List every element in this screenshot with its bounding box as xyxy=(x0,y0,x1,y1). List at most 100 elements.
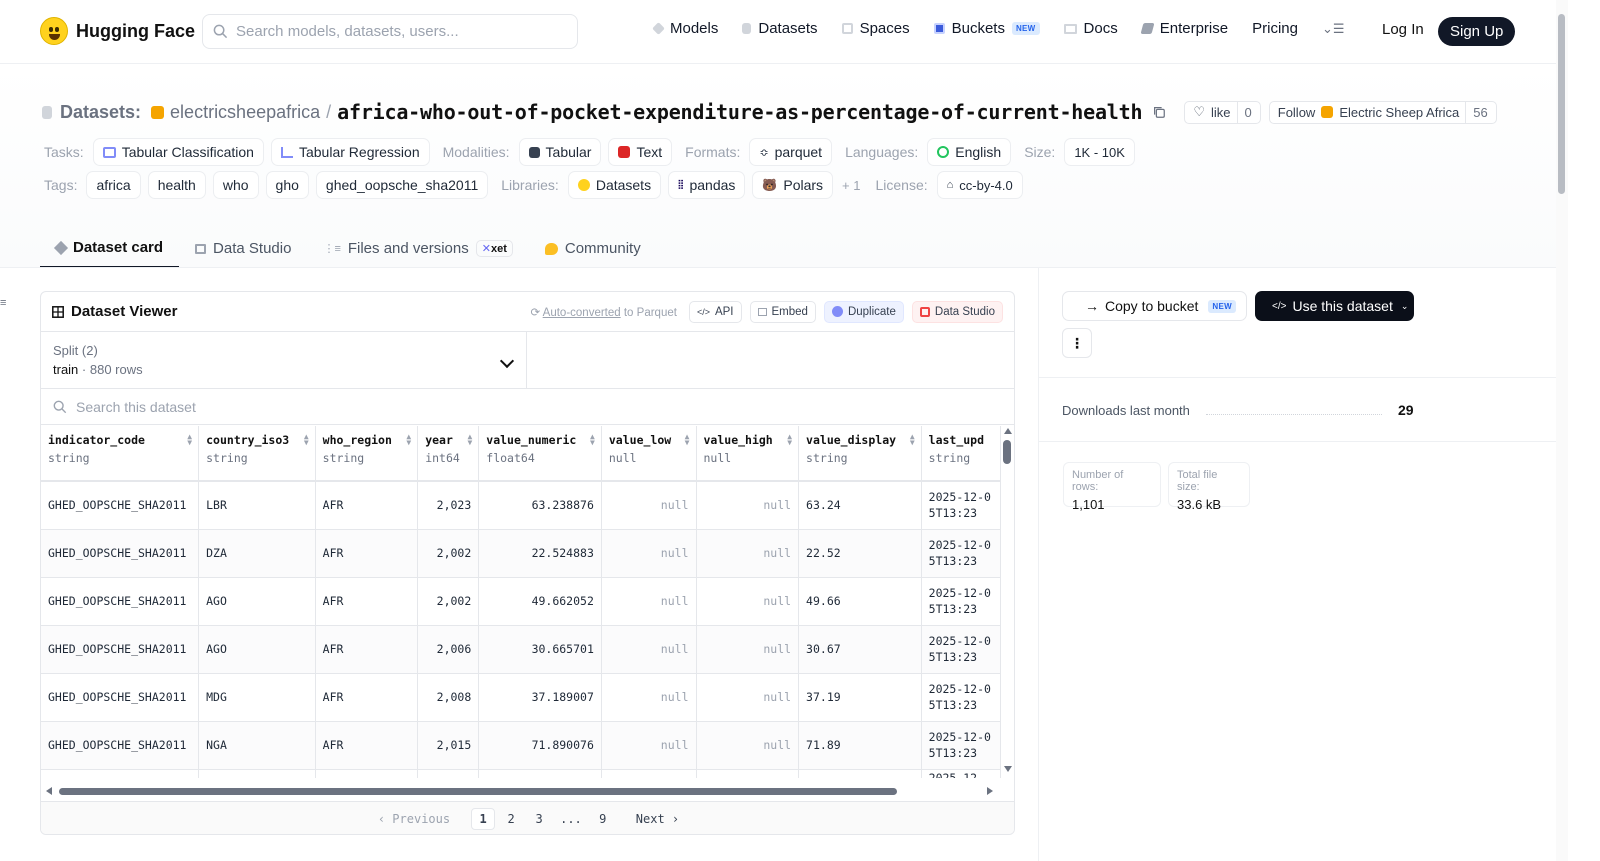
use-this-dataset-button[interactable]: </> Use this dataset ⌄ xyxy=(1255,291,1414,321)
table-row[interactable]: GHED_OOPSCHE_SHA2011 MDG AFR 2,008 37.189007… xyxy=(41,673,1001,722)
table-cell[interactable]: GHED_OOPSCHE_SHA2011 xyxy=(41,625,200,674)
table-cell[interactable]: 22.52 xyxy=(798,529,922,578)
scroll-right-icon[interactable] xyxy=(987,787,993,795)
sort-icon[interactable]: ▲ ▼ xyxy=(467,433,472,447)
library-tag[interactable]: 🐻 Polars xyxy=(752,171,834,199)
column-header[interactable]: indicator_code string ▲ ▼ xyxy=(41,426,200,482)
table-cell[interactable] xyxy=(798,769,922,778)
table-cell[interactable]: 71.89 xyxy=(798,721,922,770)
scroll-down-icon[interactable] xyxy=(1004,766,1012,772)
tab-dataset-card[interactable]: Dataset card xyxy=(40,229,180,268)
table-cell[interactable]: GHED_OOPSCHE_SHA2011 xyxy=(41,673,200,722)
data-studio-button[interactable]: Data Studio xyxy=(911,300,1003,323)
sidebar-toggle-icon[interactable]: ≡ xyxy=(0,297,9,309)
page-scrollbar[interactable] xyxy=(1556,0,1568,861)
table-cell[interactable]: 71.890076 xyxy=(478,721,602,770)
global-search[interactable] xyxy=(202,14,578,49)
nav-more-menu[interactable]: ⌄☰ xyxy=(1322,21,1345,37)
table-cell[interactable]: DZA xyxy=(198,529,316,578)
table-cell[interactable]: 22.524883 xyxy=(478,529,602,578)
page-scroll-thumb[interactable] xyxy=(1558,14,1565,194)
table-cell[interactable] xyxy=(198,769,316,778)
nav-docs[interactable]: Docs xyxy=(1063,20,1118,37)
table-cell[interactable]: 2025-12-05T13:23 xyxy=(921,721,1001,770)
column-header[interactable]: who_region string ▲ ▼ xyxy=(315,426,419,482)
table-cell[interactable]: null xyxy=(601,481,697,530)
table-cell[interactable]: null xyxy=(696,481,800,530)
modality-tag[interactable]: Text xyxy=(608,138,673,166)
table-cell[interactable]: GHED_OOPSCHE_SHA2011 xyxy=(41,481,200,530)
tab-community[interactable]: Community xyxy=(529,229,657,268)
table-cell[interactable]: null xyxy=(696,721,800,770)
column-header[interactable]: value_low null ▲ ▼ xyxy=(601,426,697,482)
table-row[interactable]: GHED_OOPSCHE_SHA2011 DZA AFR 2,002 22.524883… xyxy=(41,529,1001,578)
duplicate-button[interactable]: Duplicate xyxy=(823,300,904,323)
page-button[interactable]: 1 xyxy=(471,808,496,830)
library-tag[interactable]: ⦙⦙ pandas xyxy=(668,171,746,199)
table-cell[interactable]: AFR xyxy=(315,481,419,530)
table-cell[interactable]: 2025-12-05T13:23 xyxy=(921,625,1001,674)
table-cell[interactable]: null xyxy=(601,625,697,674)
signup-button[interactable]: Sign Up xyxy=(1438,17,1516,46)
nav-models[interactable]: Models xyxy=(652,20,718,37)
sort-icon[interactable]: ▲ ▼ xyxy=(910,433,915,447)
split-dropdown[interactable]: Split (2) train · 880 rows xyxy=(41,332,527,388)
table-cell[interactable]: 2,002 xyxy=(417,529,480,578)
data-table-container[interactable]: indicator_code string ▲ ▼ country_iso3 string… xyxy=(41,426,1001,778)
table-cell[interactable]: null xyxy=(696,625,800,674)
table-cell[interactable]: AFR xyxy=(315,577,419,626)
scroll-thumb[interactable] xyxy=(1003,440,1011,464)
table-cell[interactable] xyxy=(478,769,602,778)
table-cell[interactable]: 2,006 xyxy=(417,625,480,674)
table-cell[interactable]: null xyxy=(696,673,800,722)
dataset-name[interactable]: africa-who-out-of-pocket-expenditure-as-… xyxy=(337,100,1142,124)
license-tag[interactable]: ⌂ cc-by-4.0 xyxy=(936,171,1023,199)
tag-chip[interactable]: who xyxy=(212,171,259,199)
sort-icon[interactable]: ▲ ▼ xyxy=(304,433,309,447)
table-cell[interactable]: NGA xyxy=(198,721,316,770)
scroll-thumb[interactable] xyxy=(59,788,897,795)
table-cell[interactable]: 2,023 xyxy=(417,481,480,530)
nav-pricing[interactable]: Pricing xyxy=(1252,20,1298,37)
table-cell[interactable]: 2025-12- xyxy=(921,769,1001,778)
modality-tag[interactable]: Tabular xyxy=(518,138,602,166)
table-cell[interactable]: AGO xyxy=(198,625,316,674)
column-header[interactable]: value_high null ▲ ▼ xyxy=(696,426,800,482)
table-cell[interactable]: 63.24 xyxy=(798,481,922,530)
libraries-more[interactable]: + 1 xyxy=(842,178,860,193)
table-cell[interactable]: 37.189007 xyxy=(478,673,602,722)
sort-icon[interactable]: ▲ ▼ xyxy=(685,433,690,447)
more-options-button[interactable]: ⋮ xyxy=(1062,328,1092,358)
dataset-owner-link[interactable]: electricsheepafrica xyxy=(170,102,320,123)
nav-enterprise[interactable]: Enterprise xyxy=(1140,20,1228,37)
table-cell[interactable]: null xyxy=(601,529,697,578)
api-button[interactable]: </> API xyxy=(688,300,742,323)
login-link[interactable]: Log In xyxy=(1382,21,1424,38)
table-cell[interactable]: null xyxy=(601,577,697,626)
horizontal-scrollbar[interactable] xyxy=(41,786,1001,796)
table-cell[interactable]: 2025-12-05T13:23 xyxy=(921,577,1001,626)
task-tag[interactable]: Tabular Classification xyxy=(92,138,264,166)
table-cell[interactable]: 2,015 xyxy=(417,721,480,770)
table-row[interactable]: GHED_OOPSCHE_SHA2011 AGO AFR 2,006 30.665701… xyxy=(41,625,1001,674)
table-cell[interactable]: AFR xyxy=(315,625,419,674)
table-cell[interactable]: GHED_OOPSCHE_SHA2011 xyxy=(41,529,200,578)
scroll-up-icon[interactable] xyxy=(1004,428,1012,434)
table-cell[interactable]: MDG xyxy=(198,673,316,722)
embed-button[interactable]: Embed xyxy=(749,300,816,323)
table-cell[interactable] xyxy=(41,769,200,778)
table-cell[interactable]: 63.238876 xyxy=(478,481,602,530)
vertical-scrollbar[interactable] xyxy=(1001,426,1014,778)
table-cell[interactable]: GHED_OOPSCHE_SHA2011 xyxy=(41,577,200,626)
column-header[interactable]: value_display string ▲ ▼ xyxy=(798,426,922,482)
table-cell[interactable]: AFR xyxy=(315,721,419,770)
format-tag[interactable]: ≎ parquet xyxy=(749,138,833,166)
nav-spaces[interactable]: Spaces xyxy=(841,20,910,37)
dataset-search-input[interactable] xyxy=(76,398,476,415)
table-row[interactable]: GHED_OOPSCHE_SHA2011 AGO AFR 2,002 49.662052… xyxy=(41,577,1001,626)
global-search-input[interactable] xyxy=(236,23,556,40)
tag-chip[interactable]: africa xyxy=(86,171,141,199)
table-row[interactable]: 2025-12- xyxy=(41,769,1001,778)
table-cell[interactable]: null xyxy=(696,577,800,626)
table-cell[interactable]: LBR xyxy=(198,481,316,530)
